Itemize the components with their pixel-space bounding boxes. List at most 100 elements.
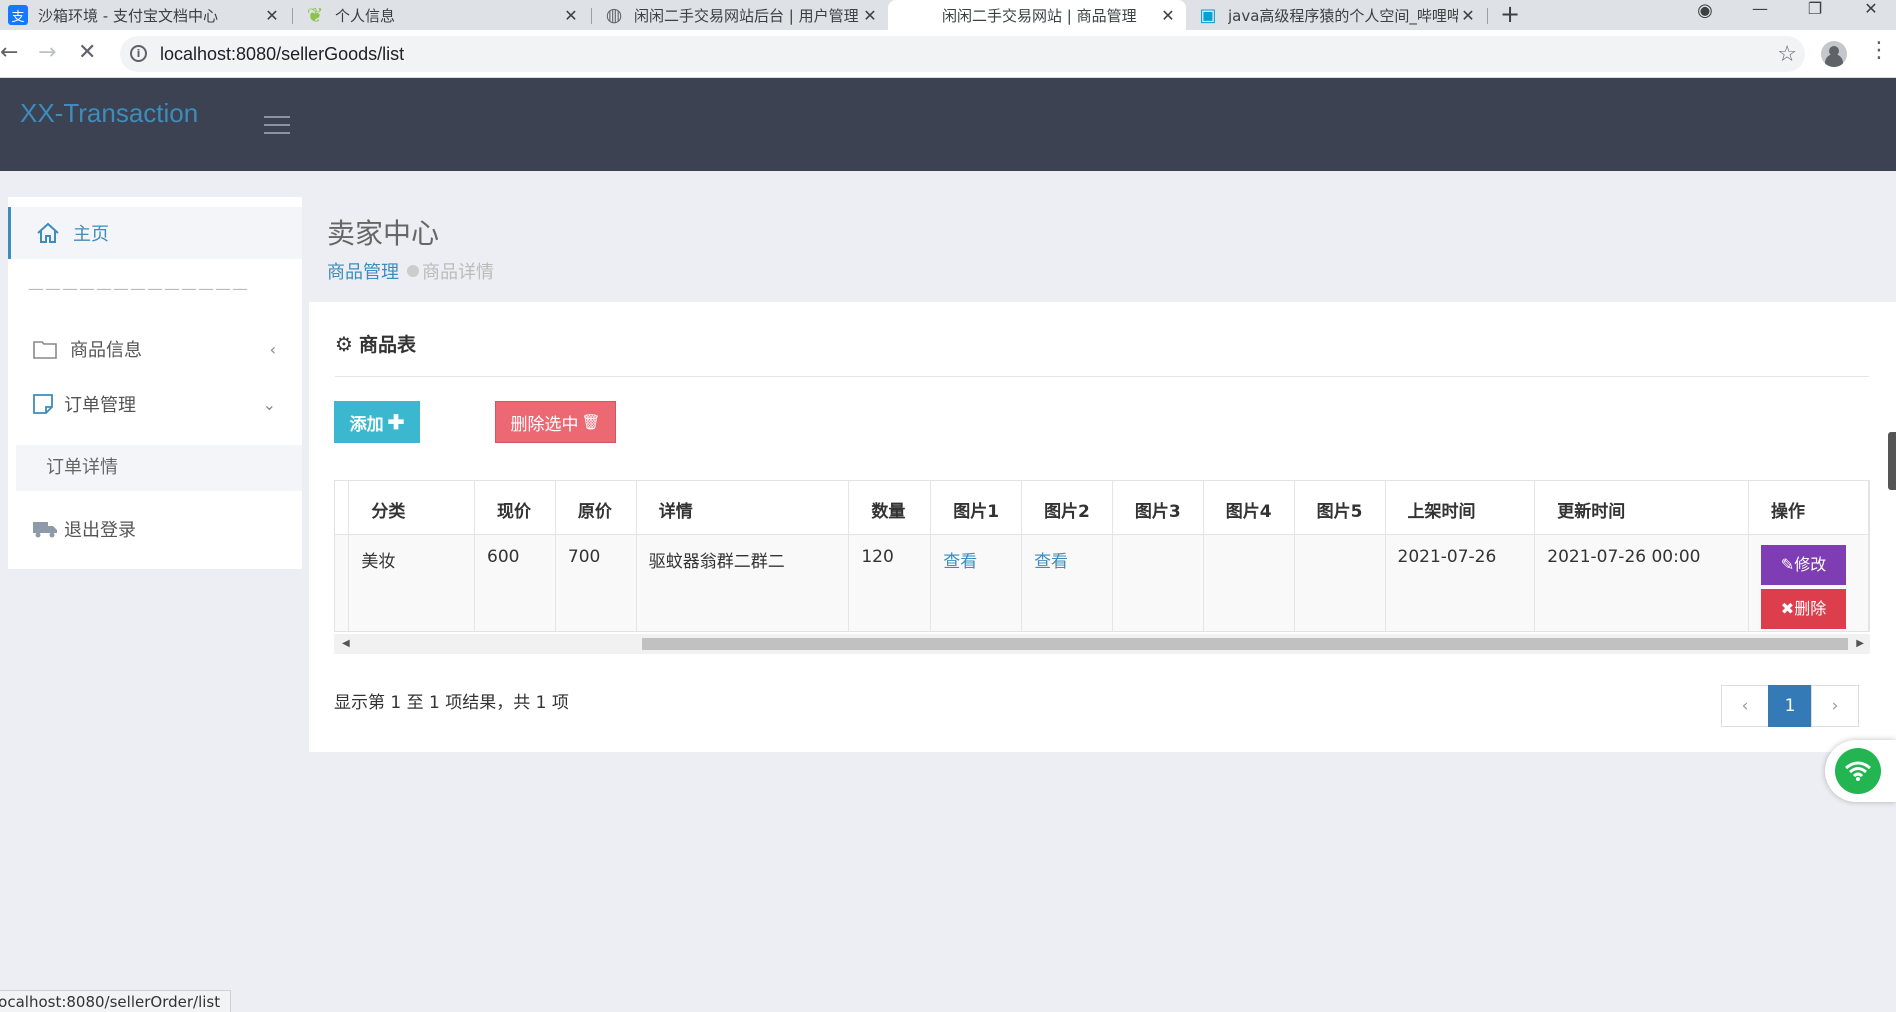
view-pic2-link[interactable]: 查看: [1034, 552, 1068, 572]
sidebar-divider: —————————————: [28, 279, 249, 298]
cell-detail: 驱蚊器翁群二群二: [636, 534, 850, 631]
omnibox[interactable]: i localhost:8080/sellerGoods/list ☆: [120, 36, 1805, 72]
address-bar: ← → ✕ i localhost:8080/sellerGoods/list …: [0, 30, 1896, 78]
truck-icon: [32, 516, 58, 542]
alipay-icon: 支: [8, 5, 28, 25]
column-header[interactable]: 原价: [555, 481, 637, 535]
tab-title: 闲闲二手交易网站后台 | 用户管理: [634, 6, 859, 25]
chevron-down-icon: ⌄: [262, 394, 276, 414]
new-tab-icon[interactable]: +: [1500, 0, 1520, 30]
checkbox-cell[interactable]: [335, 534, 350, 631]
pagination: ‹ 1 ›: [1721, 685, 1859, 727]
delete-selected-button[interactable]: 删除选中 🗑: [495, 401, 616, 443]
column-header[interactable]: 分类: [348, 481, 476, 535]
restore-icon[interactable]: ❐: [1790, 0, 1840, 30]
info-icon[interactable]: i: [130, 45, 147, 62]
browser-tab-active[interactable]: 闲闲二手交易网站 | 商品管理 ✕: [888, 0, 1186, 30]
browser-tab[interactable]: ❦ 个人信息 ✕: [297, 0, 589, 30]
column-header[interactable]: 详情: [636, 481, 850, 535]
delete-label: 删除: [1794, 598, 1827, 618]
goods-table-container: 分类 现价 原价 详情 数量 图片1 图片2 图片3 图片4 图片5 上架时间 …: [334, 480, 1870, 632]
column-header[interactable]: 图片2: [1021, 481, 1113, 535]
scroll-right-icon[interactable]: ▶: [1856, 638, 1864, 649]
minimize-icon[interactable]: —: [1735, 0, 1785, 30]
sidebar-item-home[interactable]: 主页: [8, 207, 302, 259]
scroll-left-icon[interactable]: ◀: [342, 638, 350, 649]
cell-pic2: 查看: [1021, 534, 1113, 631]
menu-toggle-icon[interactable]: [264, 116, 290, 134]
pagination-page[interactable]: 1: [1768, 685, 1812, 727]
window-close-icon[interactable]: ✕: [1846, 0, 1896, 30]
tab-search-icon[interactable]: ◉: [1680, 2, 1730, 32]
side-handle[interactable]: [1888, 432, 1896, 490]
sidebar-subitem-order-detail[interactable]: 订单详情: [16, 445, 302, 491]
tab-close-icon[interactable]: ✕: [262, 6, 282, 25]
brand-logo[interactable]: XX-Transaction: [20, 98, 198, 129]
view-pic1-link[interactable]: 查看: [943, 552, 977, 572]
edit-label: 修改: [1794, 554, 1827, 574]
breadcrumb-current: 商品详情: [422, 262, 494, 283]
cell-pic3: [1112, 534, 1204, 631]
sidebar-item-logout[interactable]: 退出登录: [8, 503, 302, 555]
delete-button[interactable]: ✖删除: [1761, 588, 1846, 629]
horizontal-scrollbar[interactable]: ◀ ▶: [334, 634, 1870, 654]
browser-menu-icon[interactable]: ⋮: [1868, 38, 1890, 63]
breadcrumb-dot-icon: [407, 265, 419, 277]
column-header[interactable]: 图片3: [1112, 481, 1204, 535]
table-row: 美妆 600 700 驱蚊器翁群二群二 120 查看 查看 2021-07-26…: [335, 534, 1869, 631]
pagination-prev[interactable]: ‹: [1721, 685, 1769, 727]
floating-widget[interactable]: [1825, 740, 1896, 802]
plus-icon: ✚: [387, 411, 405, 434]
tab-title: 沙箱环境 - 支付宝文档中心: [38, 6, 218, 25]
pagination-next[interactable]: ›: [1811, 685, 1859, 727]
column-header[interactable]: 图片5: [1294, 481, 1386, 535]
add-button[interactable]: 添加 ✚: [334, 401, 420, 443]
panel-title: ⚙ 商品表: [335, 330, 416, 357]
tab-title: 个人信息: [335, 6, 396, 25]
cell-updated-time: 2021-07-26 00:00: [1534, 534, 1749, 631]
delete-selected-label: 删除选中: [510, 414, 579, 434]
bookmark-star-icon[interactable]: ☆: [1777, 42, 1797, 67]
checkbox-column-header: [335, 481, 350, 535]
sidebar-item-goods-info[interactable]: 商品信息 ‹: [8, 323, 302, 375]
column-header[interactable]: 现价: [474, 481, 556, 535]
sidebar-item-label: 订单管理: [64, 395, 136, 416]
forward-icon[interactable]: →: [38, 42, 56, 64]
add-button-label: 添加: [349, 414, 384, 434]
column-header[interactable]: 更新时间: [1534, 481, 1749, 535]
browser-tab[interactable]: 支 沙箱环境 - 支付宝文档中心 ✕: [0, 0, 290, 30]
sidebar: 主页 ————————————— 商品信息 ‹ 订单管理 ⌄ 订单详情 退出登录: [8, 197, 302, 569]
column-header[interactable]: 图片1: [930, 481, 1023, 535]
column-header[interactable]: 图片4: [1203, 481, 1295, 535]
tab-close-icon[interactable]: ✕: [1158, 6, 1178, 25]
sidebar-subitem-label: 订单详情: [46, 457, 118, 478]
note-icon: [30, 391, 56, 417]
breadcrumb-link[interactable]: 商品管理: [327, 258, 399, 284]
close-icon: ✖: [1780, 598, 1795, 618]
panel-title-text: 商品表: [358, 334, 416, 356]
url-text[interactable]: localhost:8080/sellerGoods/list: [160, 44, 404, 65]
browser-tab[interactable]: ▣ java高级程序猿的个人空间_哔哩哔哩 ✕: [1190, 0, 1486, 30]
status-bar: localhost:8080/sellerOrder/list: [0, 990, 232, 1012]
sidebar-item-label: 主页: [73, 224, 109, 245]
page-title: 卖家中心: [327, 217, 440, 250]
browser-tab[interactable]: ◍ 闲闲二手交易网站后台 | 用户管理 ✕: [596, 0, 888, 30]
cell-pic5: [1294, 534, 1386, 631]
stop-icon[interactable]: ✕: [78, 42, 96, 64]
folder-icon: [32, 336, 58, 362]
profile-avatar-icon[interactable]: [1821, 41, 1847, 67]
tab-close-icon[interactable]: ✕: [1458, 6, 1478, 25]
tab-close-icon[interactable]: ✕: [561, 6, 581, 25]
sidebar-item-order-management[interactable]: 订单管理 ⌄: [8, 378, 302, 430]
scrollbar-thumb[interactable]: [642, 638, 1848, 650]
column-header[interactable]: 数量: [848, 481, 932, 535]
table-header-row: 分类 现价 原价 详情 数量 图片1 图片2 图片3 图片4 图片5 上架时间 …: [335, 481, 1869, 535]
gear-icon: ⚙: [335, 331, 353, 356]
back-icon[interactable]: ←: [0, 42, 18, 64]
tab-close-icon[interactable]: ✕: [860, 6, 880, 25]
column-header[interactable]: 上架时间: [1385, 481, 1536, 535]
goods-panel: ⚙ 商品表 添加 ✚ 删除选中 🗑 分类 现价 原价 详情 数量 图片1 图片2…: [309, 302, 1896, 752]
tab-separator: [1487, 8, 1488, 24]
home-icon: [35, 220, 61, 246]
edit-button[interactable]: ✎修改: [1761, 544, 1846, 585]
